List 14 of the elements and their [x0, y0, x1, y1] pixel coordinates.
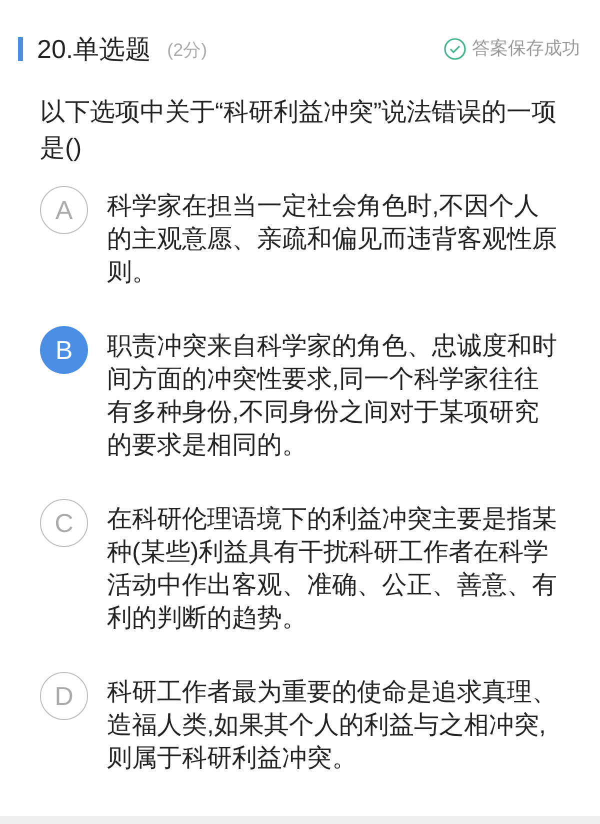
option-radio[interactable]: C	[40, 499, 88, 547]
check-circle-icon	[444, 38, 466, 60]
option-radio[interactable]: D	[40, 672, 88, 720]
question-type-title: 20.单选题	[37, 36, 152, 62]
option-text: 职责冲突来自科学家的角色、忠诚度和时间方面的冲突性要求,同一个科学家往往有多种身份,不同身份之间对于某项研究的要求是相同的。	[107, 331, 557, 461]
accent-bar	[18, 36, 23, 60]
question-text: 以下选项中关于“科研利益冲突”说法错误的一项是()	[40, 97, 558, 164]
save-status: 答案保存成功	[472, 37, 580, 60]
option-text: 科学家在担当一定社会角色时,不因个人的主观意愿、亲疏和偏见而违背客观性原则。	[107, 191, 557, 288]
option-text: 科研工作者最为重要的使命是追求真理、造福人类,如果其个人的利益与之相冲突,则属于科研利益冲突。	[107, 677, 557, 774]
option-text: 在科研伦理语境下的利益冲突主要是指某种(某些)利益具有干扰科研工作者在科学活动中作出客观、准确、公正、善意、有利的判断的趋势。	[107, 504, 557, 634]
option-radio[interactable]: A	[40, 186, 88, 234]
option-radio[interactable]: B	[40, 326, 88, 374]
score-label: (2分)	[167, 39, 208, 62]
